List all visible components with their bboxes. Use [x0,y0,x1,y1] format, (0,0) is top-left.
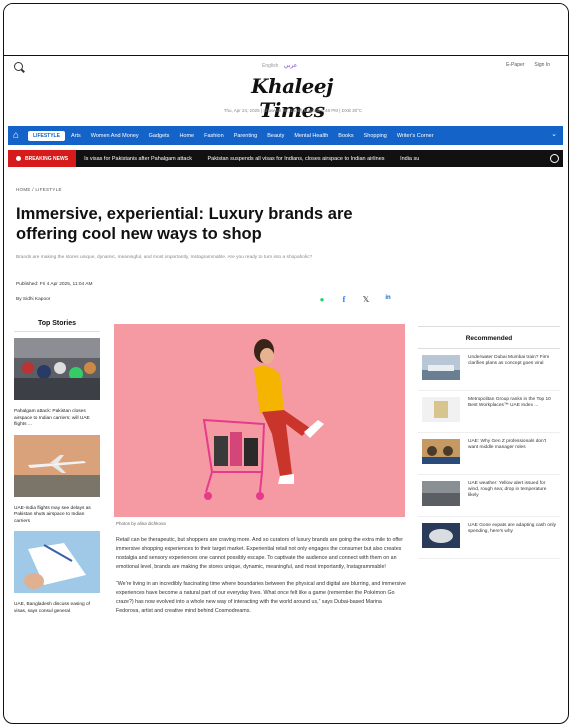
recommended-item[interactable]: UAE: Why Gen Z professionals don't want … [418,433,560,475]
language-english[interactable]: English [262,63,278,69]
story-card[interactable]: UAE-India flights may see delays as Paki… [14,434,100,526]
story-image[interactable] [14,338,100,400]
recommended-image[interactable] [422,523,460,548]
ticker-item[interactable]: Pakistan suspends all visas for Indians,… [208,156,385,162]
linkedin-icon[interactable]: in [383,295,393,304]
recommended-image[interactable] [422,481,460,506]
nav-item[interactable]: Fashion [204,133,224,139]
recommended-text[interactable]: UAE: Why Gen Z professionals don't want … [468,439,556,468]
nav-item[interactable]: Shopping [364,133,387,139]
news-ticker: Is visas for Pakistanis after Pahalgam a… [76,156,433,162]
story-image[interactable] [14,434,100,497]
recommended-title: Recommended [418,327,560,349]
search-icon[interactable] [14,62,23,71]
recommended-item[interactable]: UAE weather: Yellow alert issued for win… [418,475,560,517]
x-icon[interactable]: 𝕏 [361,295,371,304]
nav-item[interactable]: Mental Health [294,133,328,139]
hero-image[interactable] [114,324,405,517]
recommended-item[interactable]: Metropolitan Group ranks in the Top 10 B… [418,391,560,433]
recommended-image[interactable] [422,397,460,422]
nav-item-lifestyle[interactable]: LIFESTYLE [28,130,65,141]
story-title[interactable]: UAE-India flights may see delays as Paki… [14,506,100,526]
recommended-panel: Recommended Underwater Dubai Mumbai trai… [418,326,560,559]
recommended-text[interactable]: UAE weather: Yellow alert issued for win… [468,481,556,510]
masthead: English عربي Khaleej Times Thu, Apr 24, … [8,52,558,124]
browser-toolbar [4,4,568,56]
share-buttons: ● f 𝕏 in [317,295,393,304]
recommended-item[interactable]: Underwater Dubai Mumbai train? Firm clar… [418,349,560,391]
breaking-news-label: BREAKING NEWS [25,155,69,162]
site-logo[interactable]: Khaleej Times [222,74,362,122]
whatsapp-icon[interactable]: ● [317,295,327,304]
article-body: Retail can be therapeutic, but shoppers … [116,536,406,624]
article-paragraph: Retail can be therapeutic, but shoppers … [116,537,403,570]
facebook-icon[interactable]: f [339,295,349,304]
recommended-image[interactable] [422,355,460,380]
breadcrumb[interactable]: HOME / LIFESTYLE [16,187,62,192]
nav-item[interactable]: Arts [71,133,81,139]
breaking-news-badge: BREAKING NEWS [8,150,77,167]
recommended-text[interactable]: UAE Gone expats are adapting cash only s… [468,523,556,552]
story-title[interactable]: UAE, Bangladesh discuss easing of visas,… [14,602,100,615]
published-date: Published: Fri 4 Apr 2025, 11:04 AM [16,282,93,287]
nav-item[interactable]: Gadgets [149,133,170,139]
article-summary: Brands are making the stores unique, dyn… [16,255,313,260]
recommended-item[interactable]: UAE Gone expats are adapting cash only s… [418,517,560,559]
ticker-item[interactable]: Is visas for Pakistanis after Pahalgam a… [84,156,192,162]
article-paragraph: “We’re living in an incredibly fascinati… [116,581,406,614]
sign-in-link[interactable]: Sign In [534,62,550,68]
dateline: Thu, Apr 24, 2025 | Shawwal 26, 1446 | M… [223,108,363,113]
nav-item[interactable]: Beauty [267,133,284,139]
article-headline: Immersive, experiential: Luxury brands a… [16,205,353,243]
recommended-text[interactable]: Metropolitan Group ranks in the Top 10 B… [468,397,556,426]
nav-item[interactable]: Parenting [234,133,258,139]
top-stories: Top Stories Pahalgam attack: Pakistan cl… [14,320,100,615]
nav-item[interactable]: Writer's Corner [397,133,434,139]
story-title[interactable]: Pahalgam attack: Pakistan closes airspac… [14,409,100,429]
recommended-image[interactable] [422,439,460,464]
author-byline[interactable]: By Sidhi Kapoor [16,297,50,302]
pause-icon[interactable] [550,154,559,163]
chevron-down-icon[interactable]: ⌄ [551,130,557,138]
nav-item[interactable]: Home [179,133,194,139]
nav-item[interactable]: Books [338,133,353,139]
recommended-text[interactable]: Underwater Dubai Mumbai train? Firm clar… [468,355,556,384]
ticker-item[interactable]: India su [400,156,419,162]
home-icon[interactable]: ⌂ [8,126,24,145]
language-arabic[interactable]: عربي [284,63,298,69]
language-switch: English عربي [262,62,297,69]
breaking-news-bar: BREAKING NEWS Is visas for Pakistanis af… [8,150,563,167]
epaper-link[interactable]: E-Paper [506,62,524,68]
nav-item[interactable]: Women And Money [91,133,139,139]
account-links: E-Paper Sign In [506,62,550,68]
story-image[interactable] [14,531,100,593]
story-card[interactable]: UAE, Bangladesh discuss easing of visas,… [14,531,100,615]
story-card[interactable]: Pahalgam attack: Pakistan closes airspac… [14,338,100,429]
main-nav: ⌂ LIFESTYLE Arts Women And Money Gadgets… [8,126,563,145]
top-stories-title: Top Stories [14,320,100,332]
live-dot-icon [16,156,21,161]
hero-caption: Photos by alina dichkova [116,521,166,526]
